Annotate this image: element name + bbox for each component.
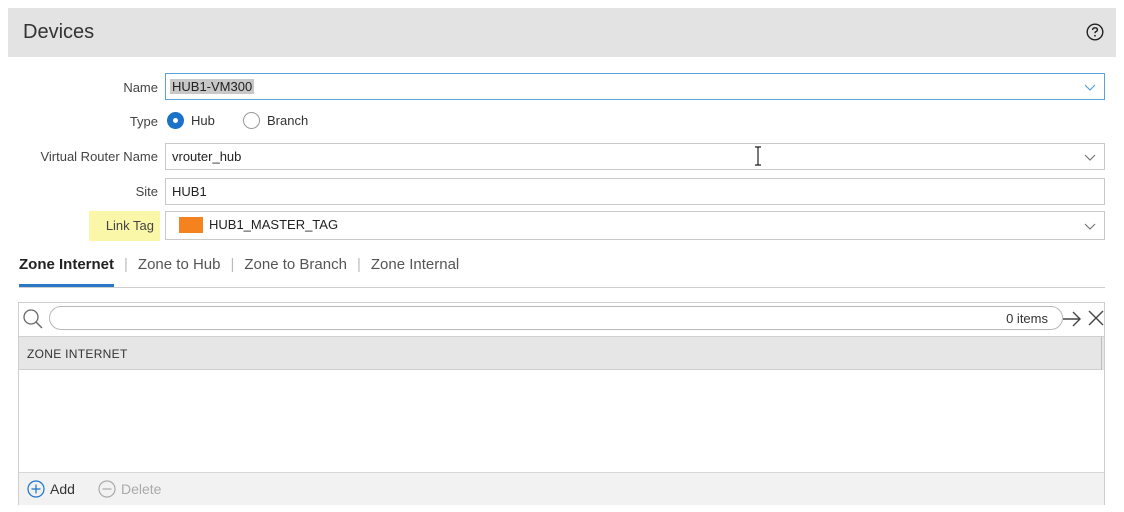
arrow-right-icon[interactable]	[1061, 310, 1083, 328]
radio-hub[interactable]: Hub	[167, 112, 215, 129]
column-resize-handle[interactable]	[1101, 337, 1104, 370]
type-label: Type	[129, 114, 158, 129]
close-icon[interactable]	[1087, 309, 1105, 327]
delete-label: Delete	[121, 481, 162, 497]
radio-hub-label: Hub	[191, 113, 215, 128]
plus-circle-icon	[27, 480, 45, 498]
tab-zone-to-branch[interactable]: Zone to Branch	[244, 254, 347, 287]
search-row: 0 items	[19, 303, 1104, 335]
column-header-label: ZONE INTERNET	[27, 347, 128, 361]
tab-divider	[19, 287, 1105, 288]
tab-separator: |	[124, 256, 128, 273]
site-label: Site	[135, 184, 158, 199]
tag-color-swatch	[179, 217, 203, 233]
radio-branch[interactable]: Branch	[243, 112, 308, 129]
site-field[interactable]: HUB1	[165, 178, 1105, 205]
name-label: Name	[123, 80, 158, 95]
name-value: HUB1-VM300	[170, 79, 255, 94]
link-tag-select[interactable]: HUB1_MASTER_TAG	[165, 211, 1105, 240]
grid-footer: Add Delete	[19, 472, 1104, 505]
tab-zone-internet[interactable]: Zone Internet	[19, 254, 115, 287]
link-tag-label: Link Tag	[89, 211, 160, 241]
dialog-title: Devices	[23, 21, 95, 43]
zone-internet-grid: 0 items ZONE INTERNET Add Delete	[18, 302, 1105, 505]
help-icon[interactable]	[1086, 23, 1104, 41]
virtual-router-value: vrouter_hub	[172, 149, 242, 164]
chevron-down-icon[interactable]	[1084, 221, 1096, 231]
virtual-router-label: Virtual Router Name	[40, 149, 158, 164]
radio-selected-icon[interactable]	[167, 112, 184, 129]
tab-bar: Zone Internet | Zone to Hub | Zone to Br…	[19, 254, 459, 288]
virtual-router-select[interactable]: vrouter_hub	[165, 143, 1105, 170]
site-value: HUB1	[172, 184, 207, 199]
chevron-down-icon[interactable]	[1084, 82, 1096, 92]
search-input[interactable]: 0 items	[49, 306, 1063, 330]
search-icon	[23, 309, 43, 329]
tab-separator: |	[230, 256, 235, 273]
radio-branch-label: Branch	[267, 113, 309, 128]
link-tag-value: HUB1_MASTER_TAG	[209, 217, 339, 232]
tab-zone-internal[interactable]: Zone Internal	[371, 254, 459, 287]
add-button[interactable]: Add	[27, 480, 75, 498]
tab-zone-to-hub[interactable]: Zone to Hub	[138, 254, 221, 287]
dialog-header: Devices	[8, 8, 1116, 57]
item-count: 0 items	[1006, 311, 1048, 326]
minus-circle-icon	[98, 480, 116, 498]
delete-button[interactable]: Delete	[98, 480, 161, 498]
column-header-zone-internet[interactable]: ZONE INTERNET	[19, 336, 1104, 370]
radio-unselected-icon[interactable]	[243, 112, 260, 129]
tab-separator: |	[356, 256, 361, 273]
chevron-down-icon[interactable]	[1084, 152, 1096, 162]
name-field[interactable]: HUB1-VM300	[165, 73, 1105, 100]
text-cursor-icon	[755, 146, 761, 166]
add-label: Add	[50, 481, 75, 497]
